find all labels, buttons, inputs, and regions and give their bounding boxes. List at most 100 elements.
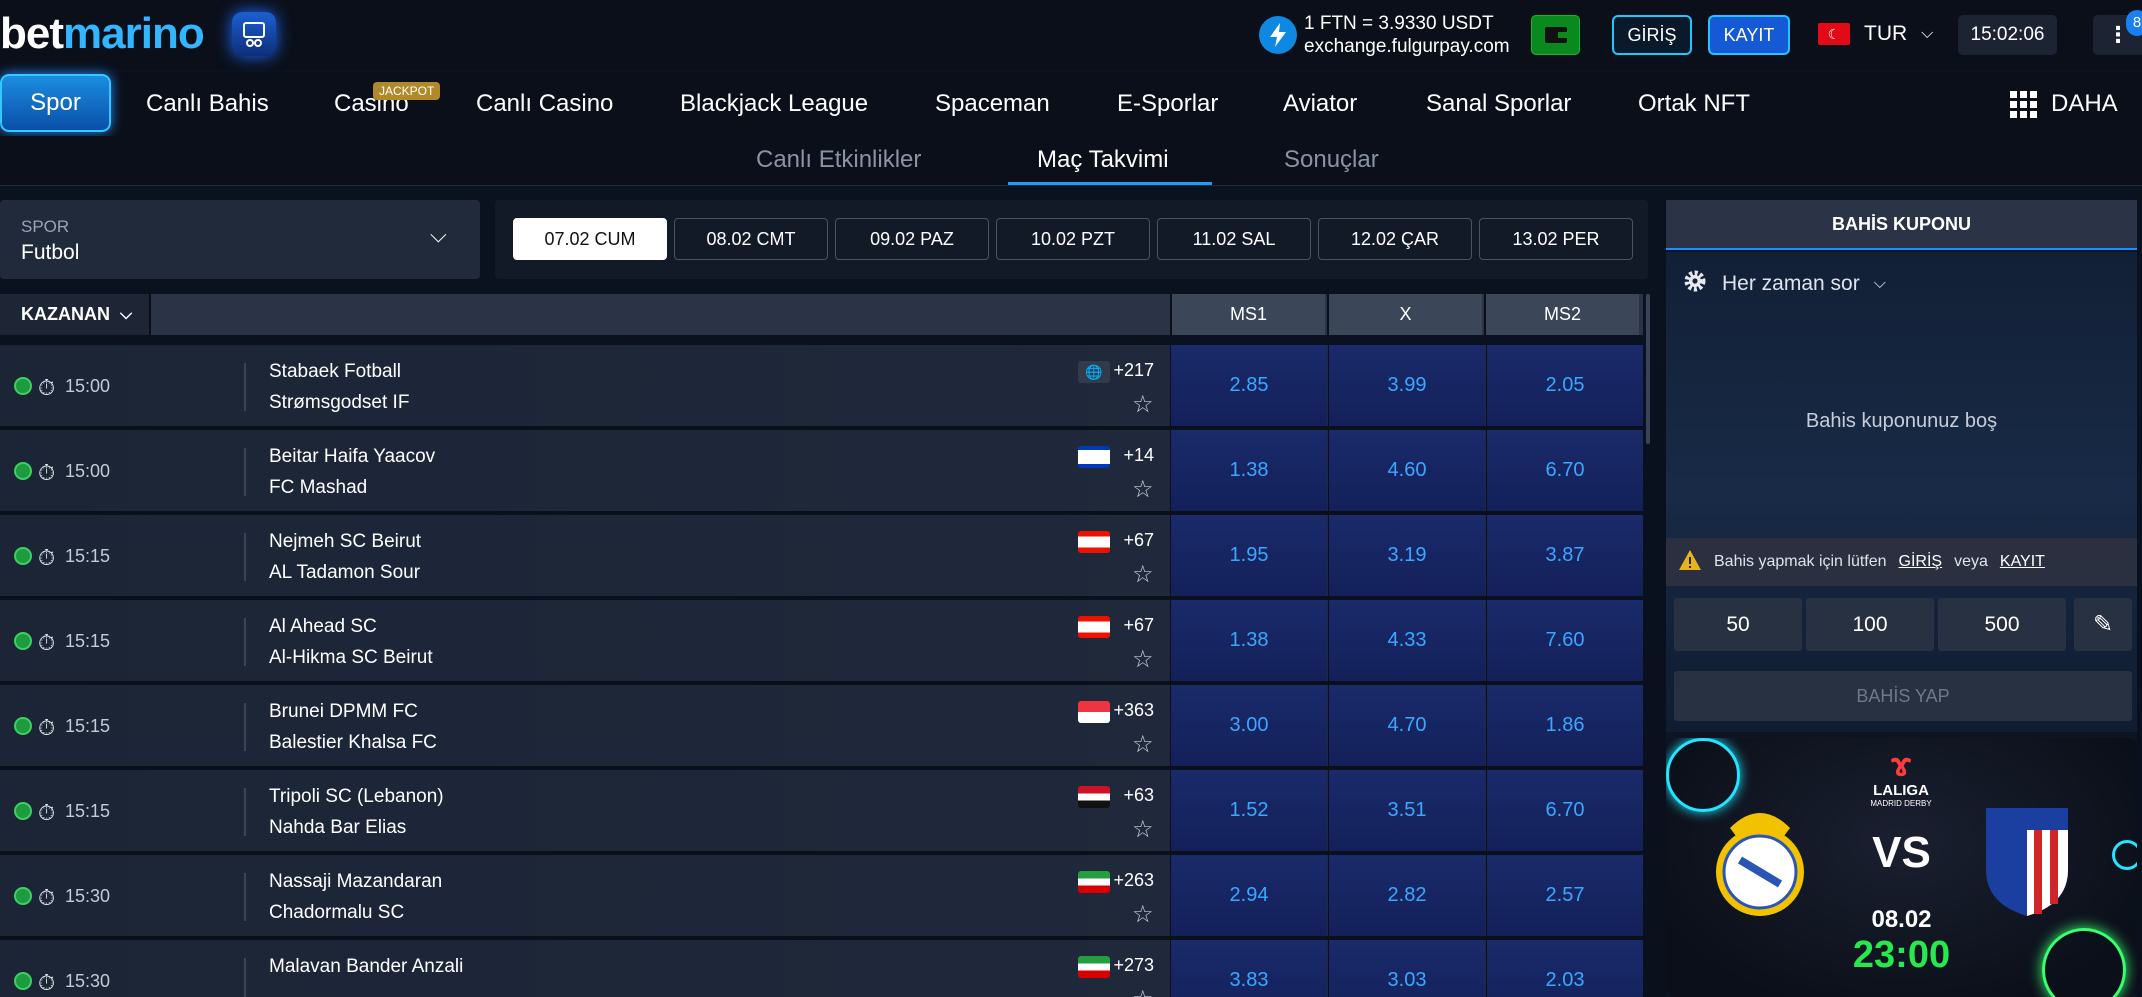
date-button[interactable]: 09.02 PAZ <box>835 218 989 260</box>
odds-change-selector[interactable]: Her zaman sor ⌵ <box>1682 268 1886 300</box>
table-scrollbar[interactable] <box>1646 294 1650 444</box>
away-team[interactable]: FC Mashad <box>269 477 367 499</box>
date-button[interactable]: 10.02 PZT <box>996 218 1150 260</box>
nav-more-button[interactable]: DAHA <box>2010 72 2118 136</box>
register-button[interactable]: KAYIT <box>1708 15 1790 55</box>
odds-button-x[interactable]: 3.19 <box>1328 515 1485 596</box>
warning-register-link[interactable]: KAYIT <box>2000 553 2045 571</box>
place-bet-button[interactable]: BAHİS YAP <box>1674 671 2132 721</box>
home-team[interactable]: Brunei DPMM FC <box>269 701 418 723</box>
odds-button-ms1[interactable]: 1.38 <box>1170 430 1327 511</box>
odds-button-x[interactable]: 2.82 <box>1328 855 1485 936</box>
odds-button-ms2[interactable]: 6.70 <box>1486 770 1643 851</box>
away-team[interactable]: Chadormalu SC <box>269 902 404 924</box>
home-team[interactable]: Al Ahead SC <box>269 616 377 638</box>
odds-button-ms2[interactable]: 3.87 <box>1486 515 1643 596</box>
more-markets-count[interactable]: +14 <box>1110 445 1154 466</box>
market-selector[interactable]: KAZANAN ⌵ <box>0 294 151 335</box>
match-row[interactable]: ⏱ 15:00 Stabaek Fotball Strømsgodset IF 🌐 +21… <box>0 345 1643 428</box>
date-button[interactable]: 11.02 SAL <box>1157 218 1311 260</box>
star-icon[interactable]: ☆ <box>1132 560 1154 589</box>
nav-item-aviator[interactable]: Aviator <box>1283 72 1357 136</box>
sport-dropdown[interactable]: SPOR Futbol ⌵ <box>0 200 480 279</box>
home-team[interactable]: Malavan Bander Anzali <box>269 956 463 978</box>
match-row[interactable]: ⏱ 15:15 Brunei DPMM FC Balestier Khalsa FC +… <box>0 685 1643 768</box>
odds-button-ms1[interactable]: 3.83 <box>1170 940 1327 997</box>
wallet-button[interactable] <box>1531 15 1580 55</box>
site-logo[interactable]: betmarino <box>0 12 205 56</box>
star-icon[interactable]: ☆ <box>1132 730 1154 759</box>
match-row[interactable]: ⏱ 15:00 Beitar Haifa Yaacov FC Mashad +14 ☆ 1.… <box>0 430 1643 513</box>
nav-item-spor[interactable]: Spor <box>0 74 111 132</box>
nav-item-canli-casino[interactable]: Canlı Casino <box>476 72 613 136</box>
notification-badge[interactable]: 8 <box>2126 10 2142 36</box>
tab-canli-etkinlikler[interactable]: Canlı Etkinlikler <box>756 146 921 174</box>
login-button[interactable]: GİRİŞ <box>1612 15 1692 55</box>
match-row[interactable]: ⏱ 15:30 Nassaji Mazandaran Chadormalu SC +26… <box>0 855 1643 938</box>
odds-button-ms2[interactable]: 1.86 <box>1486 685 1643 766</box>
tab-sonuclar[interactable]: Sonuçlar <box>1284 146 1379 174</box>
more-markets-count[interactable]: +67 <box>1110 530 1154 551</box>
logo-badge-icon[interactable] <box>232 12 276 56</box>
star-icon[interactable]: ☆ <box>1132 985 1154 997</box>
stake-button[interactable]: 500 <box>1938 598 2066 651</box>
more-markets-count[interactable]: +67 <box>1110 615 1154 636</box>
odds-button-ms1[interactable]: 2.94 <box>1170 855 1327 936</box>
away-team[interactable]: Balestier Khalsa FC <box>269 732 437 754</box>
odds-button-x[interactable]: 3.99 <box>1328 345 1485 426</box>
match-row[interactable]: ⏱ 15:15 Nejmeh SC Beirut AL Tadamon Sour +67… <box>0 515 1643 598</box>
home-team[interactable]: Nejmeh SC Beirut <box>269 531 421 553</box>
star-icon[interactable]: ☆ <box>1132 645 1154 674</box>
match-row[interactable]: ⏱ 15:15 Al Ahead SC Al-Hikma SC Beirut +67 ☆ 1… <box>0 600 1643 683</box>
date-button[interactable]: 08.02 CMT <box>674 218 828 260</box>
odds-button-ms2[interactable]: 7.60 <box>1486 600 1643 681</box>
odds-button-x[interactable]: 3.51 <box>1328 770 1485 851</box>
stake-button[interactable]: 100 <box>1806 598 1934 651</box>
star-icon[interactable]: ☆ <box>1132 900 1154 929</box>
more-markets-count[interactable]: +363 <box>1110 700 1154 721</box>
nav-item-canli-bahis[interactable]: Canlı Bahis <box>146 72 269 136</box>
away-team[interactable]: Nahda Bar Elias <box>269 817 406 839</box>
tab-mac-takvimi[interactable]: Maç Takvimi <box>1037 146 1169 174</box>
away-team[interactable]: AL Tadamon Sour <box>269 562 420 584</box>
odds-button-x[interactable]: 3.03 <box>1328 940 1485 997</box>
star-icon[interactable]: ☆ <box>1132 475 1154 504</box>
odds-button-ms2[interactable]: 2.05 <box>1486 345 1643 426</box>
date-button[interactable]: 13.02 PER <box>1479 218 1633 260</box>
odds-button-ms1[interactable]: 1.52 <box>1170 770 1327 851</box>
away-team[interactable]: Al-Hikma SC Beirut <box>269 647 433 669</box>
nav-item-sanal-sporlar[interactable]: Sanal Sporlar <box>1426 72 1571 136</box>
odds-button-ms1[interactable]: 1.38 <box>1170 600 1327 681</box>
odds-button-ms2[interactable]: 2.57 <box>1486 855 1643 936</box>
odds-button-ms2[interactable]: 6.70 <box>1486 430 1643 511</box>
promo-banner[interactable]: ɤ LALIGA MADRID DERBY VS 08.02 23:00 <box>1666 738 2137 997</box>
language-selector[interactable]: ☾ TUR ⌵ <box>1818 22 1933 46</box>
nav-item-spaceman[interactable]: Spaceman <box>935 72 1050 136</box>
home-team[interactable]: Tripoli SC (Lebanon) <box>269 786 444 808</box>
away-team[interactable]: Strømsgodset IF <box>269 392 409 414</box>
odds-button-x[interactable]: 4.70 <box>1328 685 1485 766</box>
date-button[interactable]: 07.02 CUM <box>513 218 667 260</box>
home-team[interactable]: Nassaji Mazandaran <box>269 871 442 893</box>
more-markets-count[interactable]: +217 <box>1110 360 1154 381</box>
odds-button-x[interactable]: 4.33 <box>1328 600 1485 681</box>
exchange-rate-info[interactable]: 1 FTN = 3.9330 USDT exchange.fulgurpay.c… <box>1304 12 1510 58</box>
match-row[interactable]: ⏱ 15:15 Tripoli SC (Lebanon) Nahda Bar Elia… <box>0 770 1643 853</box>
star-icon[interactable]: ☆ <box>1132 815 1154 844</box>
nav-item-blackjack-league[interactable]: Blackjack League <box>680 72 868 136</box>
odds-button-x[interactable]: 4.60 <box>1328 430 1485 511</box>
date-button[interactable]: 12.02 ÇAR <box>1318 218 1472 260</box>
nav-item-ortak-nft[interactable]: Ortak NFT <box>1638 72 1750 136</box>
odds-button-ms1[interactable]: 2.85 <box>1170 345 1327 426</box>
odds-button-ms1[interactable]: 3.00 <box>1170 685 1327 766</box>
stake-button[interactable]: 50 <box>1674 598 1802 651</box>
star-icon[interactable]: ☆ <box>1132 390 1154 419</box>
home-team[interactable]: Beitar Haifa Yaacov <box>269 446 435 468</box>
more-markets-count[interactable]: +273 <box>1110 955 1154 976</box>
odds-button-ms2[interactable]: 2.03 <box>1486 940 1643 997</box>
home-team[interactable]: Stabaek Fotball <box>269 361 401 383</box>
more-markets-count[interactable]: +63 <box>1110 785 1154 806</box>
edit-stake-pencil-icon[interactable]: ✎ <box>2074 598 2132 651</box>
odds-button-ms1[interactable]: 1.95 <box>1170 515 1327 596</box>
warning-login-link[interactable]: GİRİŞ <box>1899 553 1943 571</box>
